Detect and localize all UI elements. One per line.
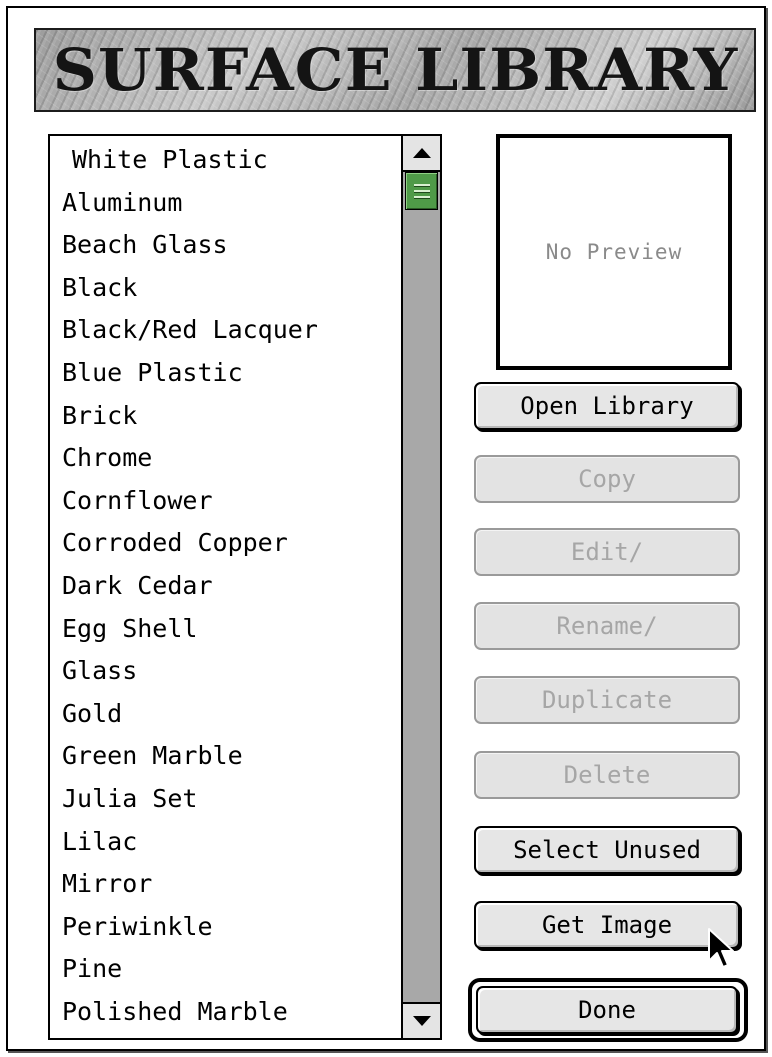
scroll-thumb-grip-icon — [413, 195, 430, 199]
surface-list[interactable]: White Plastic Aluminum Beach Glass Black Bla… — [50, 136, 401, 1038]
down-arrow-icon — [412, 1016, 431, 1026]
surface-list-item[interactable]: Gold — [50, 693, 401, 736]
surface-list-item[interactable]: Blue Plastic — [50, 352, 401, 395]
scroll-thumb-grip-icon — [413, 183, 430, 187]
surface-list-item[interactable]: Periwinkle — [50, 906, 401, 949]
scroll-thumb[interactable] — [405, 172, 438, 210]
surface-list-item[interactable]: Aluminum — [50, 182, 401, 225]
surface-list-item[interactable]: Julia Set — [50, 778, 401, 821]
surface-list-item[interactable]: White Plastic — [50, 139, 401, 182]
edit-button[interactable]: Edit/ — [474, 528, 740, 576]
surface-list-item[interactable]: Glass — [50, 650, 401, 693]
surface-list-item[interactable]: Polished Marble — [50, 991, 401, 1034]
surface-library-dialog: SURFACE LIBRARY White Plastic Aluminum Bea… — [6, 6, 766, 1051]
delete-button[interactable]: Delete — [474, 751, 740, 799]
copy-button[interactable]: Copy — [474, 455, 740, 503]
rename-button[interactable]: Rename/ — [474, 602, 740, 650]
dialog-title: SURFACE LIBRARY — [52, 36, 738, 104]
scroll-up-button[interactable] — [403, 136, 440, 172]
surface-preview: No Preview — [496, 134, 732, 370]
surface-list-item[interactable]: Black — [50, 267, 401, 310]
surface-list-item[interactable]: Corroded Copper — [50, 522, 401, 565]
surface-list-item[interactable]: Pine — [50, 948, 401, 991]
surface-list-item[interactable]: Lilac — [50, 821, 401, 864]
scroll-down-button[interactable] — [403, 1002, 440, 1038]
surface-list-item[interactable]: Black/Red Lacquer — [50, 309, 401, 352]
vertical-scrollbar[interactable] — [401, 136, 440, 1038]
surface-list-item[interactable]: Egg Shell — [50, 608, 401, 651]
mouse-pointer-icon — [708, 928, 734, 968]
surface-list-item[interactable]: Chrome — [50, 437, 401, 480]
surface-list-item[interactable]: Mirror — [50, 863, 401, 906]
surface-list-item[interactable]: Beach Glass — [50, 224, 401, 267]
surface-list-item[interactable]: Green Marble — [50, 735, 401, 778]
done-button[interactable]: Done — [476, 986, 738, 1034]
surface-list-item[interactable]: Brick — [50, 395, 401, 438]
up-arrow-icon — [412, 148, 431, 158]
scroll-thumb-grip-icon — [413, 189, 430, 193]
surface-library-banner: SURFACE LIBRARY — [34, 28, 756, 112]
preview-placeholder: No Preview — [545, 240, 683, 264]
select-unused-button[interactable]: Select Unused — [474, 826, 740, 874]
surface-list-item[interactable]: Cornflower — [50, 480, 401, 523]
get-image-button[interactable]: Get Image — [474, 901, 740, 949]
open-library-button[interactable]: Open Library — [474, 382, 740, 430]
surface-list-item[interactable]: Dark Cedar — [50, 565, 401, 608]
surface-list-box[interactable]: White Plastic Aluminum Beach Glass Black Bla… — [48, 134, 442, 1040]
duplicate-button[interactable]: Duplicate — [474, 676, 740, 724]
